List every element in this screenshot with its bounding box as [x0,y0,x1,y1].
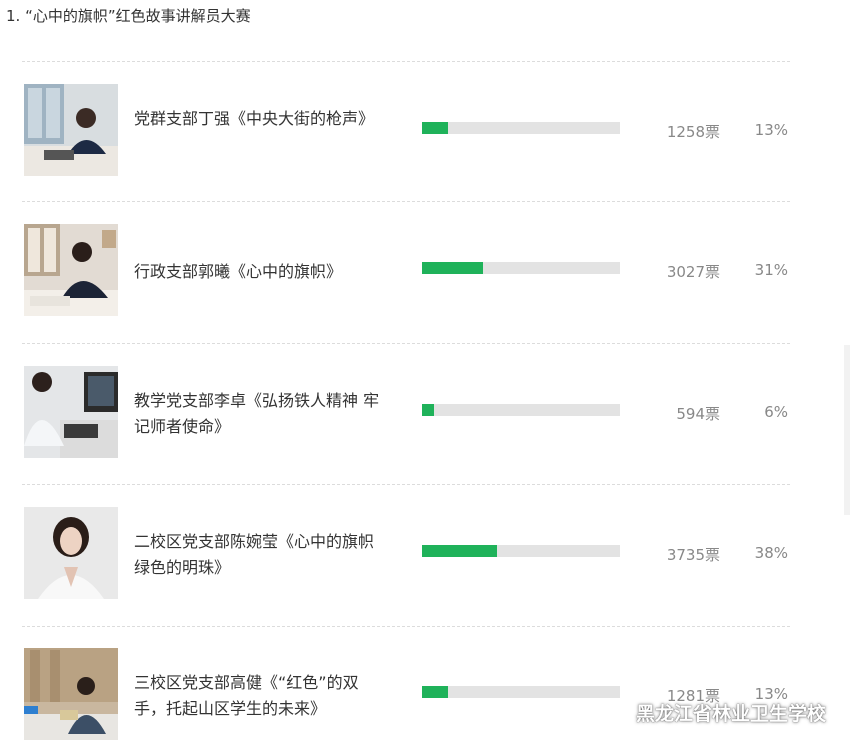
divider [22,484,790,485]
candidate-photo [24,84,118,176]
vote-percent: 6% [764,403,788,421]
vote-progress-fill [422,404,434,416]
candidate-photo [24,507,118,599]
vote-progress-bar [422,686,620,698]
divider [22,626,790,627]
vote-count: 1258票 [666,123,720,141]
vote-progress-bar [422,404,620,416]
vote-count: 3027票 [666,263,720,281]
candidate-name: 二校区党支部陈婉莹《心中的旗帜 绿色的明珠》 [134,532,375,577]
divider [22,343,790,344]
poll-title: 1. “心中的旗帜”红色故事讲解员大赛 [6,7,251,25]
candidate-name: 教学党支部李卓《弘扬铁人精神 牢记师者使命》 [134,391,380,436]
vote-progress-fill [422,686,448,698]
vote-percent: 31% [754,261,788,279]
watermark-text: 黑龙江省林业卫生学校 [635,703,826,725]
vote-percent: 13% [754,121,788,139]
divider [22,201,790,202]
candidate-photo [24,648,118,740]
vote-progress-bar [422,122,620,134]
vote-progress-bar [422,262,620,274]
candidate-row[interactable]: 党群支部丁强《中央大街的枪声》 1258票 13% [22,84,790,178]
candidate-row[interactable]: 三校区党支部高健《“红色”的双手，托起山区学生的未来》 1281票 13% [22,648,790,742]
candidate-row[interactable]: 教学党支部李卓《弘扬铁人精神 牢记师者使命》 594票 6% [22,366,790,460]
divider [22,61,790,62]
scrollbar[interactable] [844,345,850,515]
vote-percent: 38% [754,544,788,562]
vote-count: 594票 [676,405,720,423]
candidate-photo [24,224,118,316]
vote-count: 3735票 [666,546,720,564]
vote-progress-bar [422,545,620,557]
candidate-row[interactable]: 行政支部郭曦《心中的旗帜》 3027票 31% [22,224,790,318]
vote-progress-fill [422,545,498,557]
wechat-icon [599,701,628,725]
candidate-row[interactable]: 二校区党支部陈婉莹《心中的旗帜 绿色的明珠》 3735票 38% [22,507,790,601]
candidate-name: 党群支部丁强《中央大街的枪声》 [134,109,375,128]
candidate-photo [24,366,118,458]
vote-progress-fill [422,122,448,134]
vote-progress-fill [422,262,484,274]
watermark: 黑龙江省林业卫生学校 [599,699,826,726]
candidate-name: 三校区党支部高健《“红色”的双手，托起山区学生的未来》 [134,673,359,718]
candidate-name: 行政支部郭曦《心中的旗帜》 [134,262,343,281]
vote-results-page: 1. “心中的旗帜”红色故事讲解员大赛 党群支部丁强《中央大街的枪声》 1258… [0,0,850,748]
